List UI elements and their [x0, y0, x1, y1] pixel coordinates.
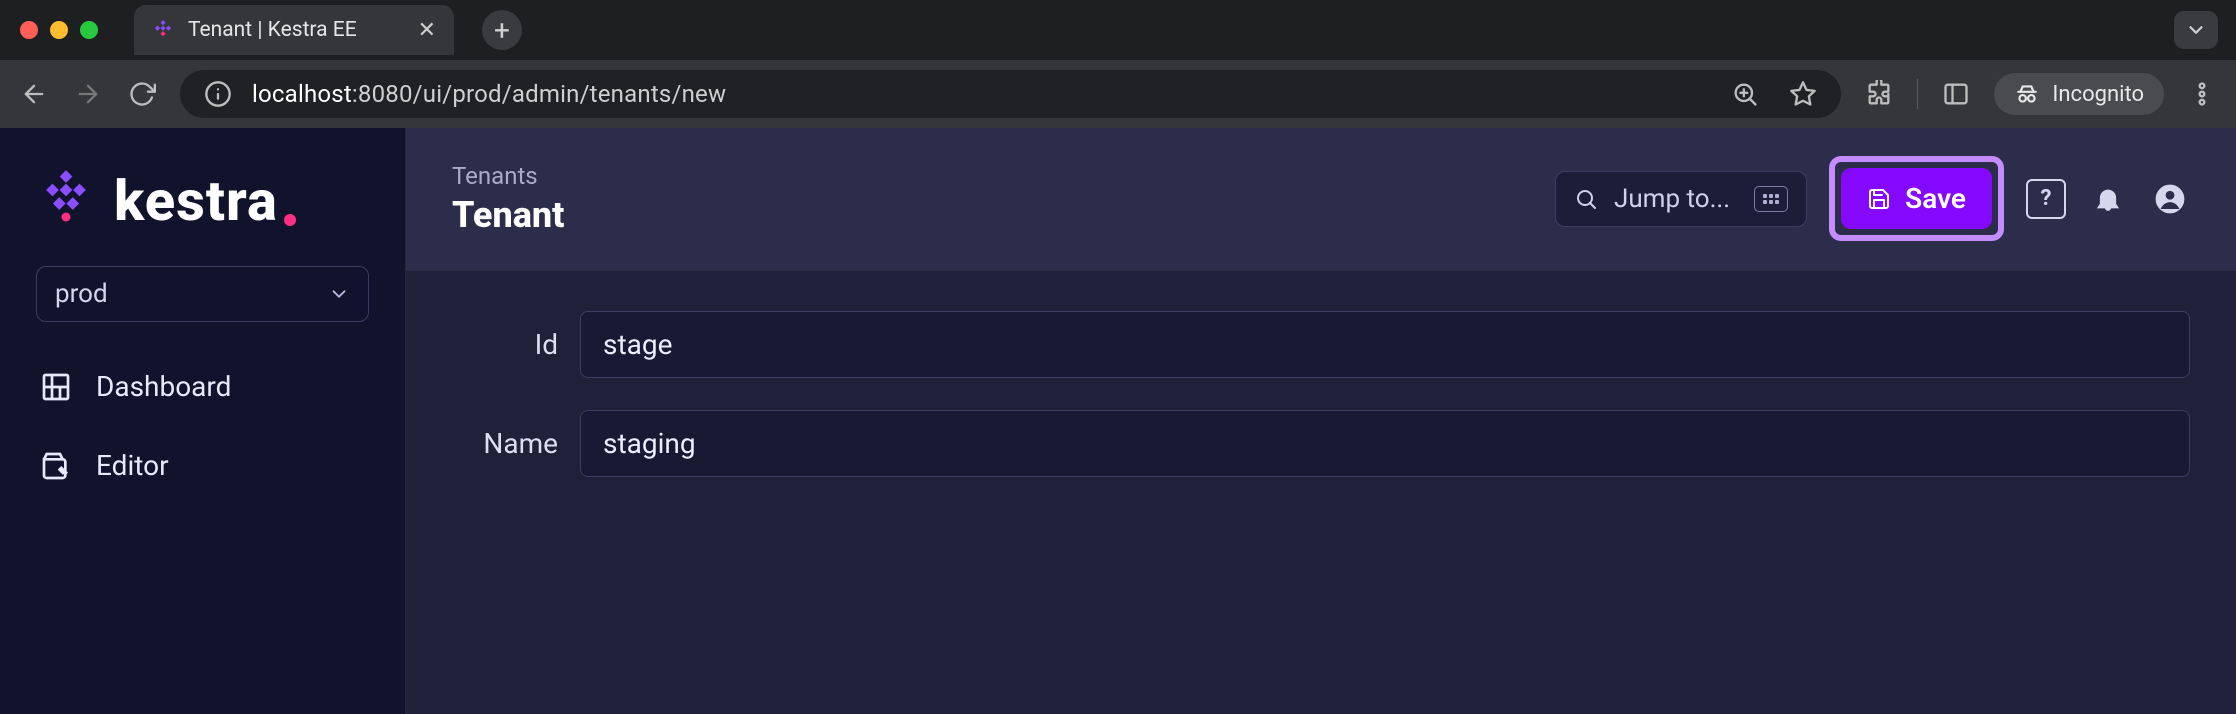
- window-close-button[interactable]: [20, 21, 38, 39]
- breadcrumb[interactable]: Tenants: [452, 162, 564, 190]
- page-title: Tenant: [452, 194, 564, 236]
- form-row-id: Id stage: [452, 311, 2190, 378]
- sidebar-item-label: Editor: [96, 449, 169, 482]
- incognito-label: Incognito: [2052, 82, 2144, 107]
- sidepanel-icon[interactable]: [1940, 78, 1972, 110]
- help-glyph: ?: [2041, 186, 2052, 211]
- logo-text: kestra: [114, 168, 296, 234]
- new-tab-button[interactable]: +: [482, 10, 522, 50]
- search-icon: [1574, 187, 1598, 211]
- forward-button[interactable]: [72, 78, 104, 110]
- sidebar-item-label: Dashboard: [96, 370, 231, 403]
- logo-mark-icon: [36, 169, 96, 233]
- editor-icon: [40, 450, 72, 482]
- user-avatar-icon: [2155, 184, 2185, 214]
- account-button[interactable]: [2150, 179, 2190, 219]
- url-path: :8080/ui/prod/admin/tenants/new: [352, 80, 726, 108]
- tab-strip: Tenant | Kestra EE ✕ +: [0, 0, 2236, 60]
- save-highlight-frame: Save: [1829, 156, 2004, 241]
- sidebar-item-editor[interactable]: Editor: [36, 439, 369, 492]
- keyboard-hint-icon: [1754, 186, 1788, 212]
- back-button[interactable]: [18, 78, 50, 110]
- zoom-icon[interactable]: [1729, 78, 1761, 110]
- save-icon: [1867, 187, 1891, 211]
- app-root: kestra prod Dashboard Editor Tenants Ten…: [0, 128, 2236, 714]
- toolbar-divider: [1917, 79, 1918, 109]
- jump-to-search[interactable]: Jump to...: [1555, 171, 1807, 227]
- browser-toolbar: localhost:8080/ui/prod/admin/tenants/new…: [0, 60, 2236, 128]
- extensions-icon[interactable]: [1863, 78, 1895, 110]
- save-button-label: Save: [1905, 182, 1966, 215]
- name-label: Name: [452, 427, 558, 460]
- window-minimize-button[interactable]: [50, 21, 68, 39]
- tenant-form: Id stage Name staging: [406, 271, 2236, 714]
- page-header: Tenants Tenant Jump to... Save ?: [406, 128, 2236, 271]
- url-text: localhost:8080/ui/prod/admin/tenants/new: [252, 80, 726, 108]
- tab-title: Tenant | Kestra EE: [188, 18, 357, 42]
- sidebar: kestra prod Dashboard Editor: [0, 128, 406, 714]
- bell-icon: [2093, 184, 2123, 214]
- brand-logo[interactable]: kestra: [36, 168, 369, 234]
- main-content: Tenants Tenant Jump to... Save ?: [406, 128, 2236, 714]
- browser-chrome: Tenant | Kestra EE ✕ + localhost:8080/ui…: [0, 0, 2236, 128]
- url-host: localhost: [252, 80, 352, 108]
- save-button[interactable]: Save: [1841, 168, 1992, 229]
- address-bar[interactable]: localhost:8080/ui/prod/admin/tenants/new: [180, 70, 1841, 118]
- breadcrumb-container: Tenants Tenant: [452, 162, 564, 236]
- site-info-icon[interactable]: [202, 78, 234, 110]
- environment-value: prod: [55, 279, 108, 309]
- form-row-name: Name staging: [452, 410, 2190, 477]
- id-label: Id: [452, 328, 558, 361]
- tab-close-icon[interactable]: ✕: [418, 18, 436, 43]
- logo-dot-icon: [284, 214, 296, 226]
- tab-favicon-icon: [152, 19, 174, 41]
- header-actions: Jump to... Save ?: [1555, 156, 2190, 241]
- window-zoom-button[interactable]: [80, 21, 98, 39]
- sidebar-nav: Dashboard Editor: [36, 360, 369, 492]
- incognito-chip[interactable]: Incognito: [1994, 73, 2164, 115]
- bookmark-star-icon[interactable]: [1787, 78, 1819, 110]
- tabs-overflow-button[interactable]: [2174, 11, 2218, 49]
- sidebar-item-dashboard[interactable]: Dashboard: [36, 360, 369, 413]
- help-button[interactable]: ?: [2026, 179, 2066, 219]
- browser-menu-icon[interactable]: [2186, 78, 2218, 110]
- id-input[interactable]: stage: [580, 311, 2190, 378]
- jump-to-placeholder: Jump to...: [1614, 184, 1730, 214]
- notifications-button[interactable]: [2088, 179, 2128, 219]
- chevron-down-icon: [328, 283, 350, 305]
- name-input[interactable]: staging: [580, 410, 2190, 477]
- reload-button[interactable]: [126, 78, 158, 110]
- browser-tab[interactable]: Tenant | Kestra EE ✕: [134, 5, 454, 55]
- environment-select[interactable]: prod: [36, 266, 369, 322]
- dashboard-icon: [40, 371, 72, 403]
- window-controls: [20, 21, 98, 39]
